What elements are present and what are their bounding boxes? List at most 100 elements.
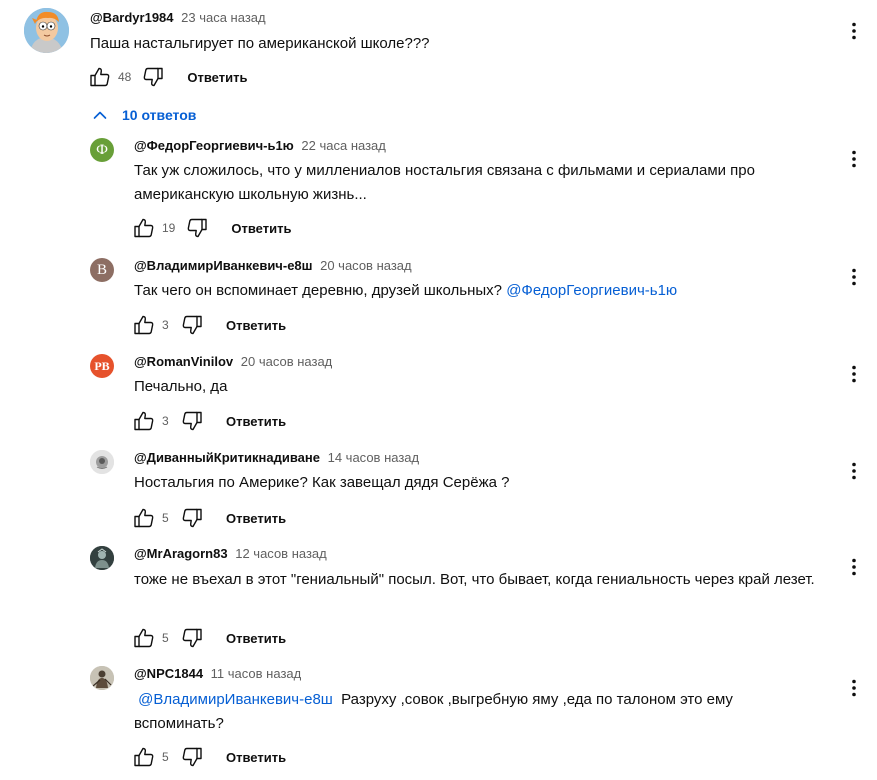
- comment-timestamp[interactable]: 20 часов назад: [241, 354, 333, 369]
- comment-actions: 19 Ответить: [132, 216, 291, 240]
- comment-menu-button[interactable]: [842, 555, 866, 579]
- more-vert-icon: [852, 365, 856, 383]
- dislike-button[interactable]: [180, 409, 204, 433]
- comment-text: Печально, да: [134, 375, 834, 399]
- comment-timestamp[interactable]: 23 часа назад: [181, 10, 265, 25]
- comment-header: @Bardyr1984 23 часа назад: [90, 9, 266, 27]
- thumbs-down-icon: [182, 747, 202, 767]
- comment-header: @ВладимирИванкевич-е8ш 20 часов назад: [134, 257, 412, 275]
- comment-header: @ФедорГеоргиевич-ь1ю 22 часа назад: [134, 137, 386, 155]
- reply-button[interactable]: Ответить: [226, 750, 286, 765]
- reply-avatar[interactable]: В: [90, 258, 114, 282]
- dislike-button[interactable]: [180, 313, 204, 337]
- comment-menu-button[interactable]: [842, 362, 866, 386]
- reply-comment: В @ВладимирИванкевич-е8ш 20 часов назад …: [0, 248, 877, 338]
- comment-text: Так уж сложилось, что у миллениалов ност…: [134, 159, 814, 207]
- reply-avatar[interactable]: [90, 546, 114, 570]
- author-name[interactable]: @RomanVinilov: [134, 354, 233, 369]
- replies-toggle[interactable]: 10 ответов: [90, 103, 196, 127]
- like-button[interactable]: [132, 216, 156, 240]
- comment-menu-button[interactable]: [842, 147, 866, 171]
- more-vert-icon: [852, 22, 856, 40]
- more-vert-icon: [852, 462, 856, 480]
- comment-menu-button[interactable]: [842, 19, 866, 43]
- avatar-letter: Ф: [96, 141, 108, 158]
- comment-menu-button[interactable]: [842, 676, 866, 700]
- warrior-avatar-icon: [90, 666, 114, 690]
- comment-actions: 48 Ответить: [88, 65, 247, 89]
- dislike-button[interactable]: [180, 626, 204, 650]
- like-count: 19: [162, 221, 176, 235]
- dark-figure-avatar-icon: [90, 546, 114, 570]
- reply-button[interactable]: Ответить: [231, 221, 291, 236]
- like-button[interactable]: [132, 409, 156, 433]
- author-name[interactable]: @MrAragorn83: [134, 546, 228, 561]
- like-count: 48: [118, 70, 132, 84]
- reply-avatar[interactable]: [90, 666, 114, 690]
- reply-button[interactable]: Ответить: [187, 70, 247, 85]
- author-name[interactable]: @ФедорГеоргиевич-ь1ю: [134, 138, 294, 153]
- comment-timestamp[interactable]: 12 часов назад: [235, 546, 327, 561]
- mention-link[interactable]: @ВладимирИванкевич-е8ш: [138, 691, 333, 708]
- dislike-button[interactable]: [141, 65, 165, 89]
- reply-button[interactable]: Ответить: [226, 414, 286, 429]
- more-vert-icon: [852, 558, 856, 576]
- reply-comment: @ДиванныйКритикнадиване 14 часов назад Н…: [0, 440, 877, 530]
- reply-button[interactable]: Ответить: [226, 511, 286, 526]
- comment-text-content: Так уж сложилось, что у миллениалов ност…: [134, 162, 760, 203]
- comment-menu-button[interactable]: [842, 265, 866, 289]
- comment-timestamp[interactable]: 11 часов назад: [211, 666, 302, 681]
- like-count: 5: [162, 511, 169, 525]
- reply-avatar[interactable]: [90, 450, 114, 474]
- like-count: 3: [162, 318, 169, 332]
- dislike-button[interactable]: [180, 506, 204, 530]
- comment-text: @ВладимирИванкевич-е8ш Разруху ,совок ,в…: [134, 688, 794, 736]
- reply-comment: @MrAragorn83 12 часов назад тоже не въех…: [0, 536, 877, 651]
- comment-actions: 5 Ответить: [132, 626, 286, 650]
- like-button[interactable]: [132, 626, 156, 650]
- like-button[interactable]: [132, 745, 156, 769]
- thumbs-down-icon: [182, 508, 202, 528]
- comment-timestamp[interactable]: 20 часов назад: [320, 258, 412, 273]
- reply-comment: @NPC1844 11 часов назад @ВладимирИванкев…: [0, 656, 877, 780]
- cartoon-avatar-icon: [24, 8, 69, 53]
- thumbs-down-icon: [182, 315, 202, 335]
- author-name[interactable]: @Bardyr1984: [90, 10, 174, 25]
- like-count: 3: [162, 414, 169, 428]
- reply-button[interactable]: Ответить: [226, 318, 286, 333]
- comment-text-content: Печально, да: [134, 378, 228, 395]
- comment-timestamp[interactable]: 14 часов назад: [328, 450, 420, 465]
- comment-header: @NPC1844 11 часов назад: [134, 665, 301, 683]
- comment-timestamp[interactable]: 22 часа назад: [301, 138, 385, 153]
- avatar-letter: РВ: [94, 358, 110, 373]
- author-name[interactable]: @NPC1844: [134, 666, 203, 681]
- comment-actions: 5 Ответить: [132, 745, 286, 769]
- comment-header: @MrAragorn83 12 часов назад: [134, 545, 327, 563]
- thumbs-down-icon: [182, 411, 202, 431]
- comment-thread: @Bardyr1984 23 часа назад Паша настальги…: [0, 0, 877, 780]
- comment-text: тоже не въехал в этот "гениальный" посыл…: [134, 568, 824, 592]
- thumbs-up-icon: [134, 218, 154, 238]
- comment-header: @ДиванныйКритикнадиване 14 часов назад: [134, 449, 419, 467]
- comment-text: Паша настальгирует по американской школе…: [90, 35, 430, 52]
- reply-avatar[interactable]: РВ: [90, 354, 114, 378]
- like-button[interactable]: [132, 506, 156, 530]
- dislike-button[interactable]: [185, 216, 209, 240]
- commenter-avatar[interactable]: [24, 8, 69, 53]
- comment-menu-button[interactable]: [842, 459, 866, 483]
- reply-button[interactable]: Ответить: [226, 631, 286, 646]
- author-name[interactable]: @ВладимирИванкевич-е8ш: [134, 258, 312, 273]
- author-name[interactable]: @ДиванныйКритикнадиване: [134, 450, 320, 465]
- like-button[interactable]: [88, 65, 112, 89]
- dislike-button[interactable]: [180, 745, 204, 769]
- like-button[interactable]: [132, 313, 156, 337]
- like-count: 5: [162, 631, 169, 645]
- comment-actions: 3 Ответить: [132, 313, 286, 337]
- reply-avatar[interactable]: Ф: [90, 138, 114, 162]
- thumbs-up-icon: [134, 508, 154, 528]
- thumbs-up-icon: [134, 747, 154, 767]
- comment-header: @RomanVinilov 20 часов назад: [134, 353, 332, 371]
- thumbs-down-icon: [182, 628, 202, 648]
- mention-link[interactable]: @ФедорГеоргиевич-ь1ю: [506, 282, 677, 299]
- thumbs-up-icon: [134, 315, 154, 335]
